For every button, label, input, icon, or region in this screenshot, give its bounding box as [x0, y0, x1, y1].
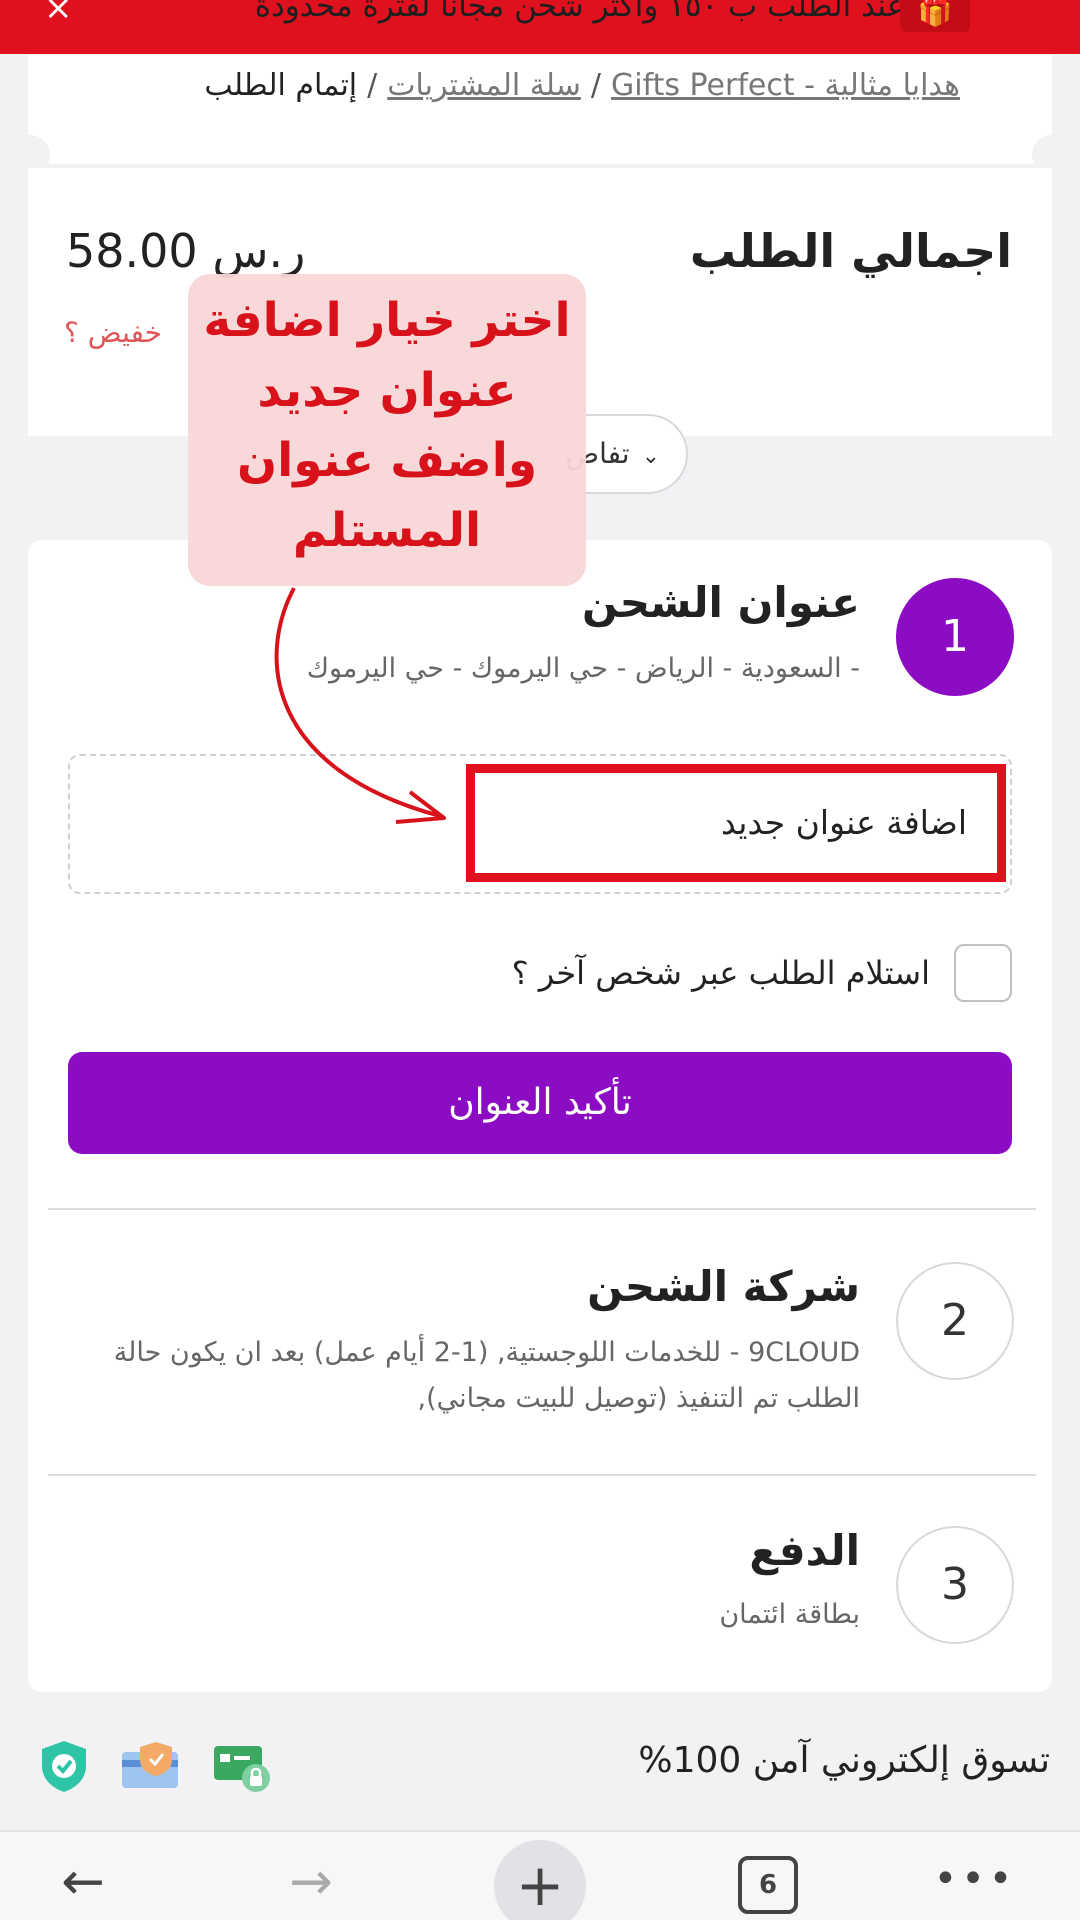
other-person-checkbox[interactable]	[954, 944, 1012, 1002]
breadcrumb: هدايا مثالية - Gifts Perfect / سلة المشتري…	[204, 68, 960, 103]
forward-arrow-icon[interactable]: →	[276, 1852, 346, 1912]
annotation-text: اختر خيار اضافة عنوان جديد واضف عنوان ال…	[188, 286, 586, 566]
step-number-payment: 3	[896, 1526, 1014, 1644]
step-title-payment: الدفع	[749, 1526, 860, 1575]
more-menu-icon[interactable]: •••	[930, 1856, 1020, 1902]
breadcrumb-separator: /	[367, 68, 378, 103]
secure-shopping-text: تسوق إلكتروني آمن 100%	[638, 1740, 1050, 1781]
step-subtitle-shipping-company: 9CLOUD - للخدمات اللوجستية, (1-2 أيام عم…	[113, 1337, 860, 1414]
card-verified-icon	[122, 1742, 178, 1788]
step-number-shipping-company: 2	[896, 1262, 1014, 1380]
divider	[48, 1208, 1036, 1210]
annotation-line: واضف عنوان	[236, 433, 538, 488]
close-icon[interactable]: ×	[44, 0, 73, 28]
breadcrumb-current: إتمام الطلب	[204, 68, 358, 103]
divider	[48, 1474, 1036, 1476]
annotation-line: المستلم	[292, 503, 482, 558]
order-total-price: 58.00 ر.س	[66, 224, 306, 278]
other-person-label: استلام الطلب عبر شخص آخر ؟	[511, 954, 930, 992]
confirm-address-button[interactable]: تأكيد العنوان	[68, 1052, 1012, 1154]
breadcrumb-link-cart[interactable]: سلة المشتريات	[387, 68, 581, 103]
secure-card-lock-icon	[214, 1746, 270, 1792]
promo-text: عند الطلب ب ١٥٠ وأكثر شحن مجانا لفترة مح…	[254, 0, 906, 24]
add-new-address-button[interactable]: اضافة عنوان جديد	[466, 764, 1006, 882]
step-title-shipping-company: شركة الشحن	[587, 1262, 860, 1311]
chevron-down-icon: ⌄	[641, 444, 660, 469]
annotation-line: عنوان جديد	[257, 363, 517, 418]
step-number-shipping-address: 1	[896, 578, 1014, 696]
tab-switcher-button[interactable]: 6	[738, 1856, 798, 1914]
back-arrow-icon[interactable]: ←	[48, 1852, 118, 1912]
shield-check-icon	[42, 1741, 86, 1792]
order-total-title: اجمالي الطلب	[689, 224, 1012, 278]
annotation-arrow-icon	[274, 587, 446, 824]
breadcrumb-link-store[interactable]: هدايا مثالية - Gifts Perfect	[611, 68, 960, 103]
breadcrumb-separator: /	[590, 68, 601, 103]
gift-icon: 🎁	[900, 0, 970, 32]
annotation-line: اختر خيار اضافة	[203, 293, 571, 348]
step-subtitle-payment: بطاقة ائتمان	[719, 1599, 860, 1630]
step-title-shipping-address: عنوان الشحن	[581, 578, 860, 627]
coupon-link[interactable]: خفيض ؟	[64, 316, 162, 349]
